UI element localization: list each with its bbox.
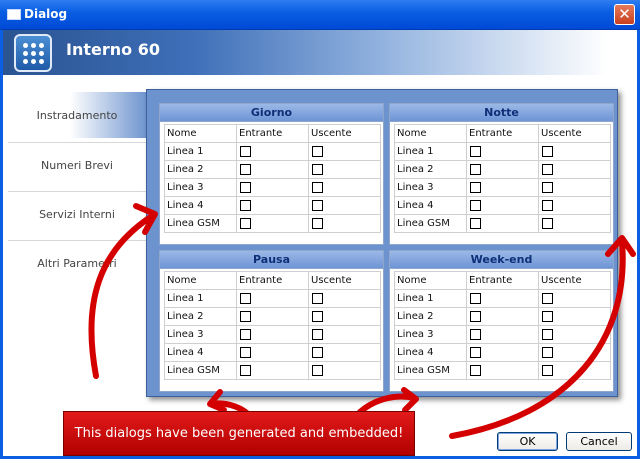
annotation-callout: This dialogs have been generated and emb… bbox=[63, 411, 415, 456]
cancel-button[interactable]: Cancel bbox=[566, 432, 632, 451]
arrow-to-giorno bbox=[88, 213, 155, 379]
annotation-arrows bbox=[88, 203, 636, 439]
ok-button[interactable]: OK bbox=[497, 432, 558, 451]
arrow-to-notte bbox=[449, 239, 626, 439]
